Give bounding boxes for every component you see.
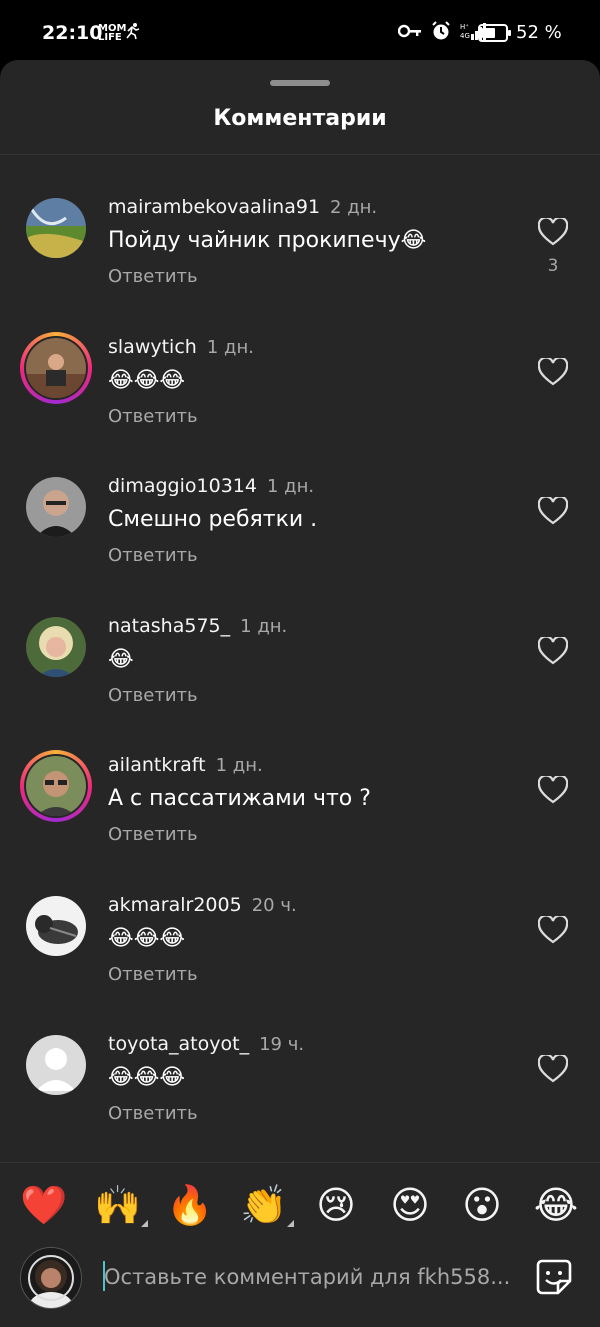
avatar[interactable] xyxy=(26,756,86,816)
composer-area: ❤️ 🙌 🔥 👏 😢 😍 😮 😂 xyxy=(0,1162,600,1327)
comment-item: mairambekovaalina91 2 дн. Пойду чайник про… xyxy=(0,196,600,337)
text-caret xyxy=(103,1261,105,1291)
key-icon xyxy=(398,24,422,38)
comment-item: slawytich 1 дн. 😂😂😂 Ответить xyxy=(0,331,600,477)
comment-time: 2 дн. xyxy=(330,197,378,218)
reply-button[interactable]: Ответить xyxy=(108,266,198,287)
reaction-emoji[interactable]: 😍 xyxy=(386,1181,434,1229)
status-bar: 22:10 MOM LIFE H⁺ 4G 52 % xyxy=(0,0,600,64)
comment-text: Смешно ребятки . xyxy=(108,507,318,532)
comment-username[interactable]: ailantkraft 1 дн. xyxy=(108,754,263,776)
comment-text: А с пассатижами что ? xyxy=(108,786,371,811)
avatar[interactable] xyxy=(26,198,86,258)
like-heart-icon[interactable] xyxy=(537,216,569,246)
comment-time: 19 ч. xyxy=(259,1034,305,1055)
alarm-icon xyxy=(431,21,451,41)
activity-icon xyxy=(122,22,142,44)
svg-text:4G: 4G xyxy=(460,32,470,40)
story-ring[interactable] xyxy=(20,750,92,822)
like-heart-icon[interactable] xyxy=(537,774,569,804)
reaction-emoji[interactable]: 🔥 xyxy=(166,1181,214,1229)
username-text[interactable]: mairambekovaalina91 xyxy=(108,196,320,218)
reply-button[interactable]: Ответить xyxy=(108,1103,198,1124)
comment-username[interactable]: dimaggio10314 1 дн. xyxy=(108,475,314,497)
username-text[interactable]: slawytich xyxy=(108,336,197,358)
sheet-title: Комментарии xyxy=(213,106,387,131)
comment-username[interactable]: mairambekovaalina91 2 дн. xyxy=(108,196,377,218)
quick-reactions-bar: ❤️ 🙌 🔥 👏 😢 😍 😮 😂 xyxy=(0,1181,600,1231)
drag-handle[interactable] xyxy=(270,80,330,86)
reaction-emoji[interactable]: 🙌 xyxy=(94,1181,148,1229)
comment-text: 😂 xyxy=(108,646,134,672)
reply-button[interactable]: Ответить xyxy=(108,545,198,566)
comment-input[interactable] xyxy=(104,1261,514,1293)
status-icons: H⁺ 4G xyxy=(398,21,488,41)
reaction-emoji[interactable]: 👏 xyxy=(240,1181,294,1229)
status-time: 22:10 xyxy=(42,22,103,44)
comment-item: toyota_atoyot_ 19 ч. 😂😂😂 Ответить xyxy=(0,1033,600,1174)
username-text[interactable]: ailantkraft xyxy=(108,754,206,776)
like-count: 3 xyxy=(547,256,559,276)
avatar[interactable] xyxy=(26,337,86,398)
username-text[interactable]: toyota_atoyot_ xyxy=(108,1033,249,1055)
avatar[interactable] xyxy=(26,895,86,956)
skin-tone-indicator xyxy=(287,1220,294,1227)
reply-button[interactable]: Ответить xyxy=(108,824,198,845)
reply-button[interactable]: Ответить xyxy=(108,964,198,985)
like-heart-icon[interactable] xyxy=(537,495,569,525)
skin-tone-indicator xyxy=(141,1220,148,1227)
username-text[interactable]: natasha575_ xyxy=(108,615,230,637)
like-heart-icon[interactable] xyxy=(537,1053,569,1083)
comment-text: 😂😂😂 xyxy=(108,1065,186,1090)
comment-item: akmaralr2005 20 ч. 😂😂😂 Ответить xyxy=(0,894,600,1035)
reaction-emoji[interactable]: 😮 xyxy=(458,1181,506,1229)
comments-sheet: Комментарии mairambekovaalina91 2 дн. Пойд… xyxy=(0,60,600,1326)
reaction-emoji[interactable]: 😂 xyxy=(532,1181,580,1229)
comment-time: 1 дн. xyxy=(266,476,315,497)
reply-button[interactable]: Ответить xyxy=(108,406,198,427)
sticker-icon[interactable] xyxy=(534,1257,574,1297)
comment-item: ailantkraft 1 дн. А с пассатижами что ? Отв… xyxy=(0,750,600,895)
comment-text: 😂😂😂 xyxy=(108,925,186,951)
avatar[interactable] xyxy=(26,616,86,677)
reaction-emoji[interactable]: ❤️ xyxy=(20,1181,68,1229)
comment-time: 1 дн. xyxy=(215,755,263,776)
reply-button[interactable]: Ответить xyxy=(108,685,198,706)
avatar[interactable] xyxy=(26,1035,86,1095)
comment-username[interactable]: toyota_atoyot_ 19 ч. xyxy=(108,1033,304,1055)
battery-percent: 52 % xyxy=(516,22,562,43)
comment-text: 😂😂😂 xyxy=(108,367,186,393)
battery-icon xyxy=(478,24,512,46)
username-text[interactable]: akmaralr2005 xyxy=(108,894,242,916)
comment-input-row xyxy=(0,1247,600,1309)
story-ring[interactable] xyxy=(20,331,92,404)
comment-username[interactable]: slawytich 1 дн. xyxy=(108,336,254,358)
comment-item: natasha575_ 1 дн. 😂 Ответить xyxy=(0,615,600,756)
comment-username[interactable]: akmaralr2005 20 ч. xyxy=(108,894,297,916)
svg-text:H⁺: H⁺ xyxy=(460,23,469,31)
reaction-emoji[interactable]: 😢 xyxy=(312,1181,360,1229)
comment-time: 1 дн. xyxy=(206,336,254,358)
my-avatar xyxy=(20,1247,82,1309)
comment-time: 1 дн. xyxy=(240,615,288,637)
like-heart-icon[interactable] xyxy=(537,355,569,386)
username-text[interactable]: dimaggio10314 xyxy=(108,475,257,497)
app-notification-icon: MOM LIFE xyxy=(98,23,127,43)
comment-text: Пойду чайник прокипечу😂 xyxy=(108,228,427,253)
avatar[interactable] xyxy=(26,477,86,537)
comment-username[interactable]: natasha575_ 1 дн. xyxy=(108,615,287,637)
like-heart-icon[interactable] xyxy=(537,913,569,944)
divider xyxy=(0,154,600,155)
like-heart-icon[interactable] xyxy=(537,634,569,665)
comment-item: dimaggio10314 1 дн. Смешно ребятки . Ответи… xyxy=(0,475,600,616)
comment-time: 20 ч. xyxy=(251,894,297,916)
